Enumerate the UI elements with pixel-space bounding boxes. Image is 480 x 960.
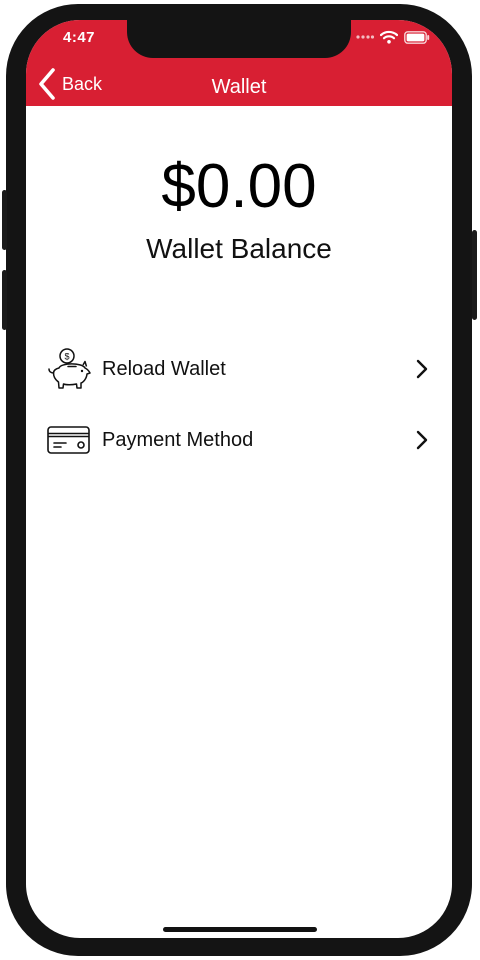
row-icon-wrap: $ [46, 347, 96, 391]
payment-method-label: Payment Method [102, 428, 254, 451]
dots-signal-icon [356, 35, 374, 39]
row-chevron-wrap [412, 357, 432, 381]
svg-text:$: $ [64, 352, 69, 362]
credit-card-icon [47, 426, 90, 454]
reload-wallet-row[interactable]: $ Reload Wallet [46, 343, 432, 395]
chevron-right-icon [416, 359, 428, 379]
app-screen: 4:47 Back Wallet $0.00 Wallet Balance $ … [26, 20, 452, 938]
device-notch [127, 20, 351, 58]
wallet-balance-amount: $0.00 [161, 152, 317, 221]
reload-wallet-label: Reload Wallet [102, 357, 226, 380]
phone-side-button [472, 230, 477, 320]
row-chevron-wrap [412, 428, 432, 452]
status-time: 4:47 [63, 29, 96, 46]
piggy-bank-icon: $ [48, 348, 91, 389]
wallet-balance-label: Wallet Balance [146, 233, 332, 264]
page-title: Wallet [211, 76, 267, 98]
wifi-icon [380, 30, 398, 44]
status-icons [356, 30, 430, 44]
home-indicator[interactable] [163, 927, 317, 932]
row-icon-wrap [46, 418, 96, 462]
chevron-right-icon [416, 430, 428, 450]
payment-method-row[interactable]: Payment Method [46, 414, 432, 466]
battery-icon [404, 30, 430, 44]
device-stage: 4:47 Back Wallet $0.00 Wallet Balance $ … [0, 0, 480, 960]
phone-side-button [2, 190, 7, 250]
phone-side-button [2, 270, 7, 330]
